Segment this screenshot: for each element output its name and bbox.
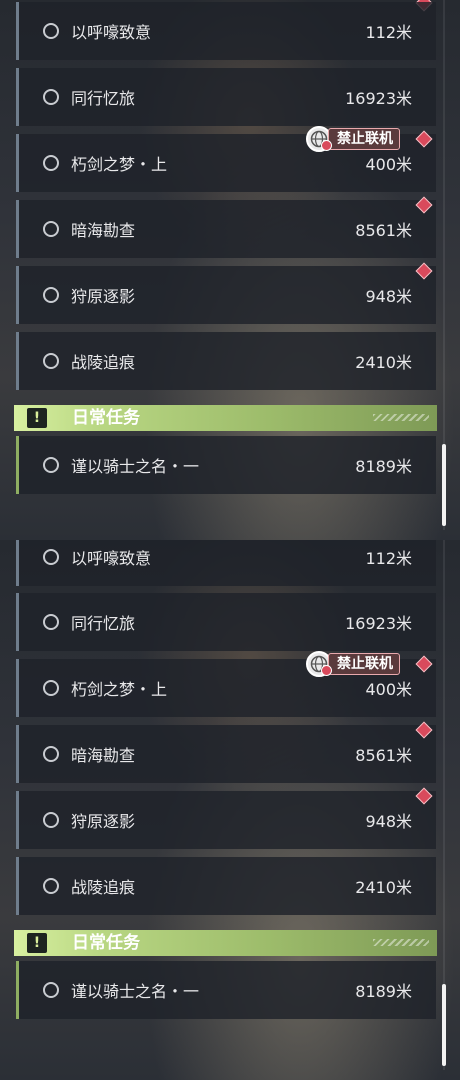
quest-status-icon — [43, 878, 59, 894]
daily-quests-title: 日常任务 — [72, 408, 140, 428]
ban-icon — [321, 140, 332, 151]
quest-name: 狩原逐影 — [71, 812, 136, 831]
quest-status-icon — [43, 457, 59, 473]
quest-status-icon — [43, 89, 59, 105]
quest-item[interactable]: 同行忆旅 16923米 — [16, 593, 436, 651]
no-multiplayer-badge: 禁止联机 — [306, 126, 403, 152]
quest-distance: 16923米 — [345, 614, 412, 633]
quest-distance: 400米 — [365, 680, 412, 699]
quest-status-icon — [43, 287, 59, 303]
quest-item[interactable]: 以呼嚎致意 112米 — [16, 2, 436, 60]
quest-status-icon — [43, 982, 59, 998]
exclamation-icon: ! — [27, 408, 47, 428]
no-multiplayer-badge: 禁止联机 — [306, 651, 403, 677]
quest-distance: 8561米 — [355, 221, 412, 240]
header-decoration — [373, 939, 429, 946]
scrollbar-thumb[interactable] — [442, 984, 446, 1066]
quest-name: 狩原逐影 — [71, 287, 136, 306]
quest-distance: 948米 — [365, 812, 412, 831]
daily-quests-header: ! 日常任务 — [14, 405, 437, 431]
quest-name: 同行忆旅 — [71, 614, 136, 633]
quest-name: 战陵追痕 — [71, 878, 136, 897]
header-decoration — [373, 414, 429, 421]
quest-item[interactable]: 战陵追痕 2410米 — [16, 332, 436, 390]
quest-name: 暗海勘查 — [71, 746, 136, 765]
quest-name: 同行忆旅 — [71, 89, 136, 108]
daily-quests-title: 日常任务 — [72, 933, 140, 953]
exclamation-icon: ! — [27, 933, 47, 953]
quest-status-icon — [43, 155, 59, 171]
quest-distance: 400米 — [365, 155, 412, 174]
quest-status-icon — [43, 353, 59, 369]
no-multiplayer-label: 禁止联机 — [328, 128, 400, 150]
quest-distance: 112米 — [365, 23, 412, 42]
quest-name: 以呼嚎致意 — [71, 549, 152, 568]
scrollbar-thumb[interactable] — [442, 444, 446, 526]
quest-distance: 2410米 — [355, 878, 412, 897]
daily-quests-header: ! 日常任务 — [14, 930, 437, 956]
quest-distance: 8561米 — [355, 746, 412, 765]
daily-quest-item[interactable]: 谨以骑士之名・一 8189米 — [16, 961, 436, 1019]
quest-item[interactable]: 暗海勘查 8561米 — [16, 725, 436, 783]
quest-item[interactable]: 同行忆旅 16923米 — [16, 68, 436, 126]
quest-status-icon — [43, 23, 59, 39]
quest-item[interactable]: 狩原逐影 948米 — [16, 266, 436, 324]
quest-item[interactable]: 暗海勘查 8561米 — [16, 200, 436, 258]
quest-item[interactable]: 战陵追痕 2410米 — [16, 857, 436, 915]
quest-item[interactable]: 狩原逐影 948米 — [16, 791, 436, 849]
quest-distance: 8189米 — [355, 457, 412, 476]
quest-name: 以呼嚎致意 — [71, 23, 152, 42]
no-multiplayer-label: 禁止联机 — [328, 653, 400, 675]
quest-name: 战陵追痕 — [71, 353, 136, 372]
quest-distance: 16923米 — [345, 89, 412, 108]
quest-distance: 8189米 — [355, 982, 412, 1001]
quest-status-icon — [43, 614, 59, 630]
daily-quest-item[interactable]: 谨以骑士之名・一 8189米 — [16, 436, 436, 494]
quest-name: 朽剑之梦・上 — [71, 155, 168, 174]
quest-status-icon — [43, 746, 59, 762]
quest-status-icon — [43, 812, 59, 828]
quest-name: 谨以骑士之名・一 — [71, 982, 200, 1001]
quest-item[interactable]: 以呼嚎致意 112米 — [16, 540, 436, 586]
quest-status-icon — [43, 549, 59, 565]
quest-panel-bottom: 以呼嚎致意 112米 同行忆旅 16923米 朽剑之梦・上 400米 禁止联机 … — [0, 540, 460, 1080]
quest-distance: 2410米 — [355, 353, 412, 372]
quest-name: 谨以骑士之名・一 — [71, 457, 200, 476]
quest-status-icon — [43, 680, 59, 696]
quest-panel-top: 以呼嚎致意 112米 同行忆旅 16923米 朽剑之梦・上 400米 禁止联机 … — [0, 0, 460, 540]
quest-name: 朽剑之梦・上 — [71, 680, 168, 699]
quest-status-icon — [43, 221, 59, 237]
ban-icon — [321, 665, 332, 676]
quest-distance: 112米 — [365, 549, 412, 568]
quest-distance: 948米 — [365, 287, 412, 306]
quest-name: 暗海勘查 — [71, 221, 136, 240]
